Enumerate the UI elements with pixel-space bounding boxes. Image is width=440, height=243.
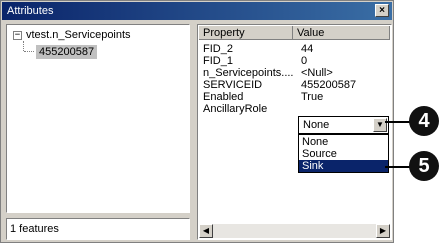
option-sink[interactable]: Sink xyxy=(299,160,388,172)
table-row[interactable]: Enabled True xyxy=(198,91,388,103)
scroll-left-icon[interactable]: ◀ xyxy=(199,224,213,238)
title-bar[interactable]: Attributes × xyxy=(2,2,392,20)
attribute-grid[interactable]: Property Value FID_2 44 FID_1 0 n_Servic… xyxy=(197,24,392,240)
property-cell: Enabled xyxy=(203,91,244,103)
collapse-icon[interactable]: − xyxy=(13,30,22,40)
value-cell[interactable]: 44 xyxy=(301,43,313,55)
selected-value: None xyxy=(303,119,330,131)
table-row[interactable]: SERVICEID 455200587 xyxy=(198,79,388,91)
option-source[interactable]: Source xyxy=(299,148,388,160)
tree-connector xyxy=(23,41,24,51)
close-button[interactable]: × xyxy=(375,4,389,17)
status-bar: 1 features xyxy=(6,218,190,240)
property-cell: AncillaryRole xyxy=(203,103,268,115)
feature-count: 1 features xyxy=(10,223,59,235)
tree-root-item[interactable]: − vtest.n_Servicepoints xyxy=(13,29,131,41)
attributes-window: Attributes × − vtest.n_Servicepoints 455… xyxy=(0,0,394,243)
property-cell: SERVICEID xyxy=(203,79,263,91)
tree-child-item[interactable]: 455200587 xyxy=(36,45,98,59)
column-header-value[interactable]: Value xyxy=(293,26,390,40)
ancillary-role-options[interactable]: None Source Sink xyxy=(298,134,389,173)
scroll-right-icon[interactable]: ▶ xyxy=(376,224,390,238)
feature-tree[interactable]: − vtest.n_Servicepoints 455200587 xyxy=(6,24,190,213)
option-none[interactable]: None xyxy=(299,136,388,148)
value-cell[interactable]: 0 xyxy=(301,55,307,67)
callout-badge-4: 4 xyxy=(409,106,439,136)
table-row[interactable]: FID_1 0 xyxy=(198,55,388,67)
tree-connector xyxy=(24,51,34,52)
table-row[interactable]: AncillaryRole xyxy=(198,103,388,115)
property-cell: FID_2 xyxy=(203,43,233,55)
value-cell[interactable]: <Null> xyxy=(301,67,333,79)
window-title: Attributes xyxy=(7,5,54,17)
callout-badge-5: 5 xyxy=(409,151,439,181)
value-cell[interactable]: True xyxy=(301,91,323,103)
column-header-property[interactable]: Property xyxy=(199,26,293,40)
ancillary-role-select[interactable]: None ▼ xyxy=(298,116,389,134)
property-cell: n_Servicepoints.... xyxy=(203,67,293,79)
value-cell[interactable]: 455200587 xyxy=(301,79,356,91)
table-row[interactable]: n_Servicepoints.... <Null> xyxy=(198,67,388,79)
property-cell: FID_1 xyxy=(203,55,233,67)
table-row[interactable]: FID_2 44 xyxy=(198,43,388,55)
horizontal-scrollbar[interactable]: ◀ ▶ xyxy=(199,224,390,238)
tree-root-label[interactable]: vtest.n_Servicepoints xyxy=(26,29,131,41)
